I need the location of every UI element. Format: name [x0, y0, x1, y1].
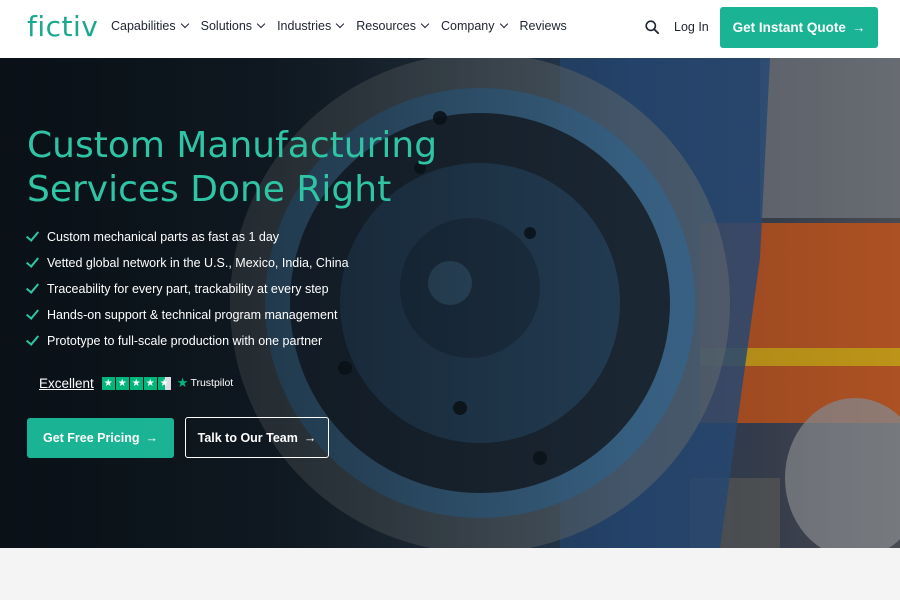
- checkmark-icon: [25, 280, 40, 294]
- menu-item-label: Industries: [277, 19, 332, 33]
- menu-item-capabilities[interactable]: Capabilities: [111, 19, 189, 33]
- chevron-down-icon: [336, 19, 345, 29]
- star-icon: ★: [143, 376, 157, 390]
- main-menu: Capabilities Solutions Industries Resour…: [111, 19, 580, 33]
- chevron-down-icon: [420, 19, 430, 29]
- menu-item-industries[interactable]: Industries: [277, 19, 345, 33]
- menu-item-resources[interactable]: Resources: [356, 19, 430, 33]
- menu-item-label: Solutions: [200, 19, 253, 33]
- talk-to-our-team-button[interactable]: Talk to Our Team →: [185, 417, 329, 458]
- get-instant-quote-button[interactable]: Get Instant Quote →: [720, 7, 878, 48]
- chevron-down-icon: [180, 19, 189, 29]
- hero-section: Custom Manufacturing Services Done Right…: [0, 58, 900, 548]
- feature-text: Custom mechanical parts as fast as 1 day: [47, 230, 280, 244]
- menu-item-company[interactable]: Company: [441, 19, 508, 33]
- menu-item-solutions[interactable]: Solutions: [200, 19, 266, 33]
- list-item: Traceability for every part, trackabilit…: [25, 276, 349, 302]
- primary-cta-label: Get Free Pricing: [42, 431, 140, 445]
- feature-text: Vetted global network in the U.S., Mexic…: [47, 256, 349, 270]
- checkmark-icon: [25, 306, 40, 320]
- trustpilot-star-icon: ★: [176, 375, 189, 390]
- checkmark-icon: [25, 254, 40, 268]
- arrow-right-icon: →: [145, 431, 159, 445]
- feature-text: Hands-on support & technical program man…: [47, 308, 338, 322]
- menu-item-label: Company: [441, 19, 495, 33]
- hero-headline: Custom Manufacturing Services Done Right: [27, 124, 447, 212]
- feature-list: Custom mechanical parts as fast as 1 day…: [25, 224, 349, 354]
- get-free-pricing-button[interactable]: Get Free Pricing →: [27, 418, 174, 458]
- search-icon[interactable]: [645, 20, 659, 34]
- star-icon: ★: [101, 376, 115, 390]
- secondary-cta-label: Talk to Our Team: [197, 430, 298, 445]
- list-item: Prototype to full-scale production with …: [25, 328, 349, 354]
- arrow-right-icon: →: [303, 430, 317, 445]
- headline-line-2: Services Done Right: [27, 169, 392, 210]
- fictiv-logo[interactable]: fictiv: [27, 10, 98, 43]
- star-icon: ★: [129, 376, 143, 390]
- feature-text: Traceability for every part, trackabilit…: [47, 282, 329, 296]
- chevron-down-icon: [256, 19, 266, 29]
- star-icon: ★: [115, 376, 129, 390]
- menu-item-label: Reviews: [519, 19, 567, 33]
- list-item: Hands-on support & technical program man…: [25, 302, 349, 328]
- login-link[interactable]: Log In: [674, 20, 709, 34]
- menu-item-label: Capabilities: [111, 19, 176, 33]
- trustpilot-logo-text: Trustpilot: [190, 377, 234, 389]
- menu-item-reviews[interactable]: Reviews: [520, 19, 567, 33]
- trust-rating-label: Excellent: [39, 375, 94, 391]
- chevron-down-icon: [499, 19, 508, 29]
- content-section-below-hero: [0, 548, 900, 600]
- quote-button-label: Get Instant Quote: [732, 20, 846, 35]
- half-star-icon: ★: [157, 376, 171, 390]
- feature-text: Prototype to full-scale production with …: [47, 334, 323, 348]
- arrow-right-icon: →: [851, 20, 866, 35]
- top-navigation: fictiv Capabilities Solutions Industries…: [0, 0, 900, 58]
- checkmark-icon: [25, 332, 40, 346]
- trustpilot-widget[interactable]: Excellent ★ ★ ★ ★ ★ ★ Trustpilot: [39, 375, 233, 391]
- menu-item-label: Resources: [356, 19, 417, 33]
- headline-line-1: Custom Manufacturing: [27, 125, 438, 166]
- list-item: Vetted global network in the U.S., Mexic…: [25, 250, 349, 276]
- list-item: Custom mechanical parts as fast as 1 day: [25, 224, 349, 250]
- star-rating: ★ ★ ★ ★ ★: [101, 376, 171, 390]
- checkmark-icon: [25, 228, 40, 242]
